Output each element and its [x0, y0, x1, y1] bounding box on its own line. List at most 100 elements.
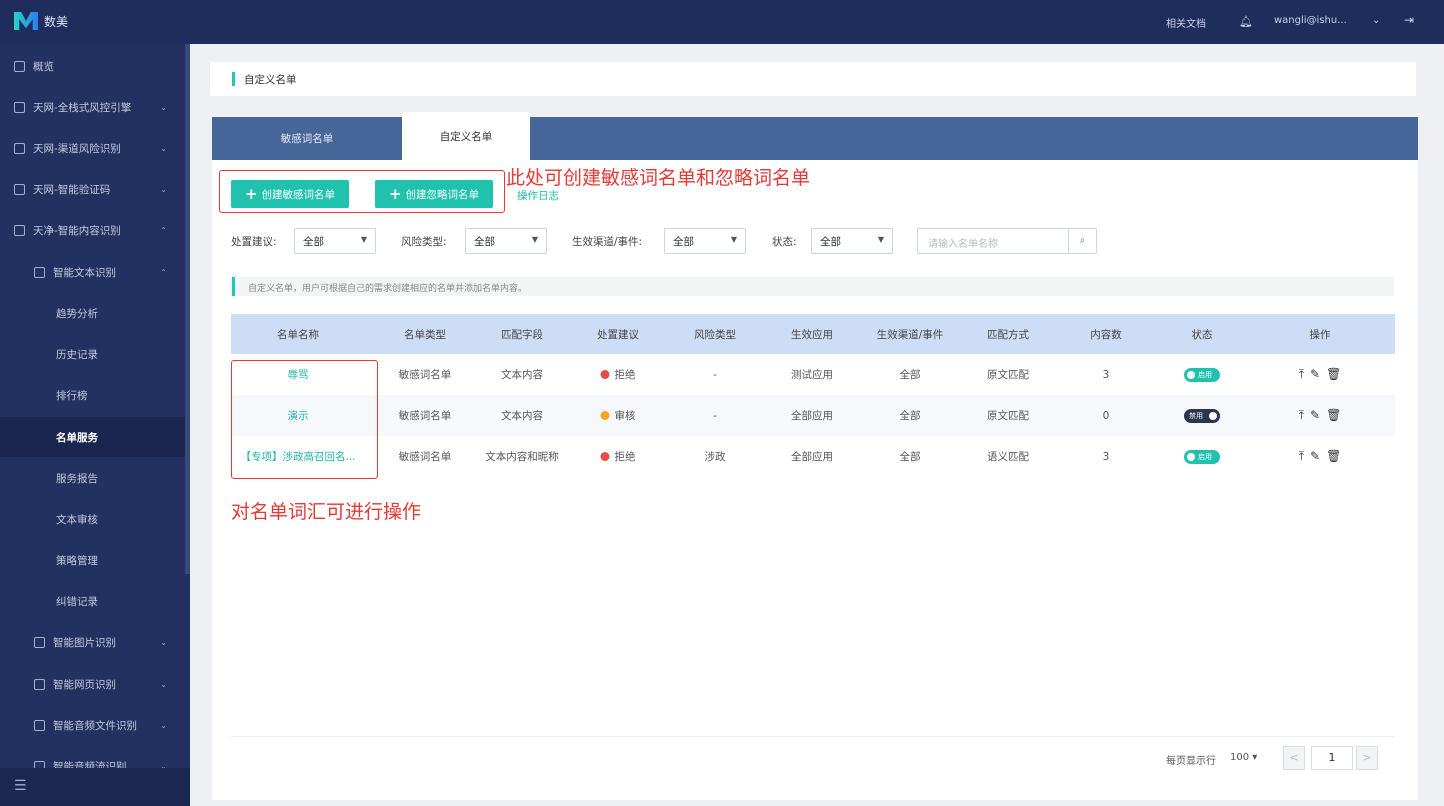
page-input[interactable]: 1	[1311, 746, 1353, 770]
edit-icon[interactable]: ✎	[1310, 367, 1320, 382]
tab-custom-list[interactable]: 自定义名单	[402, 112, 530, 160]
annotation-ops: 对名单词汇可进行操作	[231, 501, 422, 523]
advice-text: 审核	[614, 410, 636, 422]
operation-log-link[interactable]: 操作日志	[517, 188, 559, 203]
collapse-sidebar-icon[interactable]: ☰	[0, 768, 190, 806]
cell-app: 全部应用	[791, 395, 833, 436]
risk-type-select[interactable]: 全部 ▼	[465, 228, 547, 254]
sidebar-item[interactable]: 智能音频文件识别 ⌄	[0, 705, 185, 745]
sidebar-item[interactable]: 纠错记录	[0, 581, 185, 621]
cell-advice: 拒绝	[600, 436, 636, 477]
tab-sensitive-list[interactable]: 敏感词名单	[212, 117, 402, 160]
cell-advice: 拒绝	[600, 354, 636, 395]
search-input[interactable]: 请输入名单名称 ⌕	[917, 228, 1097, 254]
column-header: 匹配字段	[501, 328, 543, 341]
cell-count: 0	[1103, 395, 1110, 436]
info-tip: 自定义名单，用户可根据自己的需求创建相应的名单并添加名单内容。	[230, 277, 1394, 296]
sidebar-item[interactable]: 策略管理	[0, 540, 185, 580]
status-toggle[interactable]: 启用	[1184, 449, 1220, 464]
chevron-down-icon[interactable]: ⌄	[1372, 15, 1380, 26]
count-text: 3	[1102, 368, 1110, 381]
sidebar-item-label: 智能图片识别	[53, 636, 116, 649]
delete-icon[interactable]: 🗑︎	[1326, 367, 1341, 382]
sidebar-item[interactable]: 天网-智能验证码 ⌄	[0, 169, 185, 209]
delete-icon[interactable]: 🗑︎	[1326, 449, 1341, 464]
column-header: 匹配方式	[987, 328, 1029, 341]
sidebar-item[interactable]: 历史记录	[0, 334, 185, 374]
upload-icon[interactable]: ⤒	[1299, 367, 1304, 382]
cell-status: 启用	[1184, 354, 1220, 395]
cell-risk: -	[713, 354, 717, 395]
sidebar-item[interactable]: 天网-全栈式风控引擎 ⌄	[0, 87, 185, 127]
top-bar: 数美 相关文档 🔔︎ wangli@ishu... ⌄ ⇥	[0, 0, 1444, 44]
upload-icon[interactable]: ⤒	[1299, 408, 1304, 423]
chevron-down-icon: ⌄	[160, 637, 167, 647]
filter-label: 处置建议:	[231, 236, 277, 248]
cell-type: 敏感词名单	[399, 354, 452, 395]
page-size-value: 100	[1230, 752, 1250, 763]
sidebar-item[interactable]: 概览	[0, 46, 185, 86]
logout-icon[interactable]: ⇥	[1404, 13, 1414, 27]
user-menu[interactable]: wangli@ishu...	[1274, 15, 1347, 26]
tab-bar: 敏感词名单 自定义名单	[212, 112, 1418, 160]
sidebar-item[interactable]: 名单服务	[0, 417, 185, 457]
channel-select[interactable]: 全部 ▼	[664, 228, 746, 254]
sidebar-item[interactable]: 服务报告	[0, 458, 185, 498]
sidebar-item-label: 智能音频文件识别	[53, 719, 137, 732]
field-text: 文本内容	[501, 410, 543, 422]
disposal-select[interactable]: 全部 ▼	[294, 228, 376, 254]
status-select[interactable]: 全部 ▼	[811, 228, 893, 254]
type-text: 敏感词名单	[398, 410, 452, 422]
sidebar-item[interactable]: 天净-智能内容识别 ⌃	[0, 210, 185, 250]
match-text: 原文匹配	[987, 369, 1029, 381]
sidebar-item[interactable]: 智能网页识别 ⌄	[0, 664, 185, 704]
page-title: 自定义名单	[244, 74, 297, 86]
sidebar-item[interactable]: 文本审核	[0, 499, 185, 539]
risk-text: 涉政	[704, 451, 726, 463]
upload-icon[interactable]: ⤒	[1299, 449, 1304, 464]
cell-count: 3	[1103, 354, 1110, 395]
page-size-select[interactable]: 100 ▾	[1230, 752, 1257, 763]
cell-match: 原文匹配	[987, 354, 1029, 395]
sidebar-item[interactable]: 智能文本识别 ⌃	[0, 252, 185, 292]
annotation-box	[219, 170, 505, 213]
cell-type: 敏感词名单	[399, 436, 452, 477]
count-text: 3	[1102, 450, 1110, 463]
status-dot-icon	[600, 411, 610, 420]
delete-icon[interactable]: 🗑︎	[1326, 408, 1341, 423]
status-toggle[interactable]: 禁用	[1184, 408, 1220, 423]
cell-channel: 全部	[900, 354, 921, 395]
menu-icon	[34, 266, 45, 278]
chevron-up-icon: ⌃	[160, 225, 167, 235]
column-header: 生效应用	[791, 328, 833, 341]
sidebar-item[interactable]: 智能图片识别 ⌄	[0, 622, 185, 662]
logo-icon	[14, 12, 38, 30]
sidebar-item-label: 文本审核	[56, 513, 98, 526]
logo[interactable]: 数美	[14, 12, 68, 30]
edit-icon[interactable]: ✎	[1310, 408, 1320, 423]
sidebar-scrollbar[interactable]	[185, 44, 190, 574]
column-header: 处置建议	[597, 328, 639, 341]
docs-link[interactable]: 相关文档	[1166, 15, 1206, 30]
column-header: 风险类型	[694, 328, 736, 341]
sidebar: 智能音频流识别 ⌄ 智能音频文件识别 ⌄ 智能网页识别 ⌄ 智能图片识别 ⌄ 纠错记录 策略管理文…	[0, 44, 190, 806]
channel-text: 全部	[899, 410, 921, 422]
sidebar-item[interactable]: 排行榜	[0, 375, 185, 415]
table-row: 演示 敏感词名单 文本内容 审核 - 全部应用 全部 原文匹配 0 禁用 ⤒ ✎ 🗑︎	[231, 395, 1395, 436]
field-text: 文本内容和昵称	[485, 451, 559, 463]
status-toggle[interactable]: 启用	[1184, 367, 1220, 382]
bell-icon[interactable]: 🔔︎	[1239, 15, 1253, 28]
sidebar-item-label: 天网-全栈式风控引擎	[33, 101, 132, 114]
chevron-down-icon: ⌄	[160, 143, 167, 153]
table-row: 辱骂 敏感词名单 文本内容 拒绝 - 测试应用 全部 原文匹配 3 启用 ⤒ ✎ 🗑︎	[231, 354, 1395, 395]
sidebar-item[interactable]: 趋势分析	[0, 293, 185, 333]
edit-icon[interactable]: ✎	[1310, 449, 1320, 464]
cell-field: 文本内容	[501, 395, 543, 436]
menu-icon	[14, 183, 25, 195]
search-icon[interactable]: ⌕	[1068, 229, 1096, 253]
next-page-button[interactable]: >	[1356, 746, 1378, 770]
sidebar-item[interactable]: 天网-渠道风险识别 ⌄	[0, 128, 185, 168]
match-text: 语义匹配	[987, 451, 1029, 463]
menu-icon	[14, 60, 25, 72]
prev-page-button[interactable]: <	[1283, 746, 1305, 770]
